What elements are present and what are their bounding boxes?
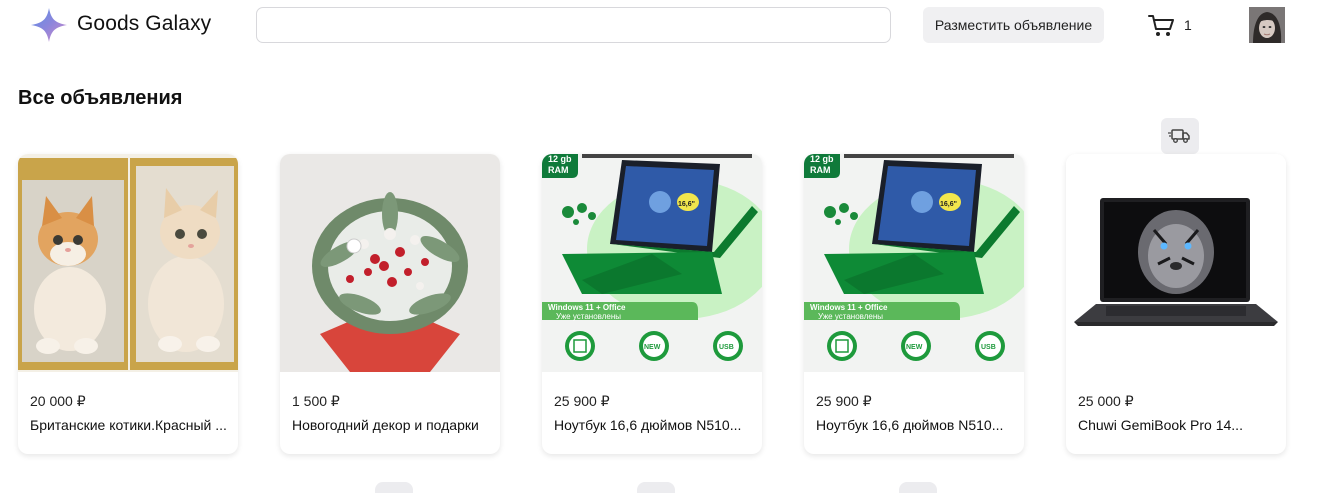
listing-card[interactable]: 1 500 ₽ Новогодний декор и подарки (280, 154, 500, 454)
avatar[interactable] (1249, 7, 1285, 43)
svg-text:NEW: NEW (906, 344, 923, 351)
cart-button[interactable]: 1 (1148, 13, 1198, 39)
listing-price: 25 000 ₽ (1078, 393, 1134, 409)
listing-card[interactable]: 12 gb RAM 16,6" Windows 11 + Office Уже … (542, 154, 762, 454)
svg-text:12 gb: 12 gb (810, 154, 834, 164)
svg-text:Уже установлены: Уже установлены (556, 312, 621, 321)
svg-text:USB: USB (719, 344, 734, 351)
listing-image-kittens (18, 154, 238, 372)
listing-image-laptop: 12 gb RAM 16,6" Windows 11 + Office Уже … (542, 154, 762, 372)
svg-text:16,6": 16,6" (940, 201, 957, 208)
listing-price: 20 000 ₽ (30, 393, 86, 409)
svg-text:Windows 11 + Office: Windows 11 + Office (548, 303, 626, 312)
listing-title[interactable]: Ноутбук 16,6 дюймов N510... (816, 417, 1016, 433)
svg-text:12 gb: 12 gb (548, 154, 572, 164)
delivery-truck-icon (1168, 129, 1190, 143)
header: Goods Galaxy Разместить объявление 1 (0, 0, 1324, 52)
listing-price: 25 900 ₽ (816, 393, 872, 409)
post-ad-button[interactable]: Разместить объявление (923, 7, 1104, 43)
listing-price: 25 900 ₽ (554, 393, 610, 409)
svg-text:16,6": 16,6" (678, 201, 695, 208)
listing-price: 1 500 ₽ (292, 393, 340, 409)
cart-count: 1 (1184, 17, 1192, 33)
listing-card[interactable]: 20 000 ₽ Британские котики.Красный ... (18, 154, 238, 454)
listing-title[interactable]: Новогодний декор и подарки (292, 417, 492, 433)
svg-text:USB: USB (981, 344, 996, 351)
svg-text:Уже установлены: Уже установлены (818, 312, 883, 321)
svg-text:RAM: RAM (548, 165, 569, 175)
listing-card[interactable]: 25 000 ₽ Chuwi GemiBook Pro 14... (1066, 154, 1286, 454)
listing-image-decor (280, 154, 500, 372)
listing-title[interactable]: Британские котики.Красный ... (30, 417, 230, 433)
listing-title[interactable]: Chuwi GemiBook Pro 14... (1078, 417, 1278, 433)
page-title: Все объявления (18, 87, 183, 109)
pagination-item[interactable] (375, 482, 413, 493)
search-input[interactable] (256, 7, 891, 43)
delivery-badge[interactable] (1161, 118, 1199, 154)
cart-icon (1148, 15, 1174, 36)
brand-name[interactable]: Goods Galaxy (77, 12, 211, 36)
listing-image-chuwi (1066, 154, 1286, 372)
star-logo-icon[interactable] (30, 7, 68, 43)
pagination-item[interactable] (637, 482, 675, 493)
pagination-item[interactable] (899, 482, 937, 493)
listing-image-laptop: 12 gb RAM 16,6" Windows 11 + Office Уже … (804, 154, 1024, 372)
listing-card[interactable]: 12 gb RAM 16,6" Windows 11 + Office Уже … (804, 154, 1024, 454)
svg-text:NEW: NEW (644, 344, 661, 351)
listing-title[interactable]: Ноутбук 16,6 дюймов N510... (554, 417, 754, 433)
svg-text:RAM: RAM (810, 165, 831, 175)
svg-text:Windows 11 + Office: Windows 11 + Office (810, 303, 888, 312)
